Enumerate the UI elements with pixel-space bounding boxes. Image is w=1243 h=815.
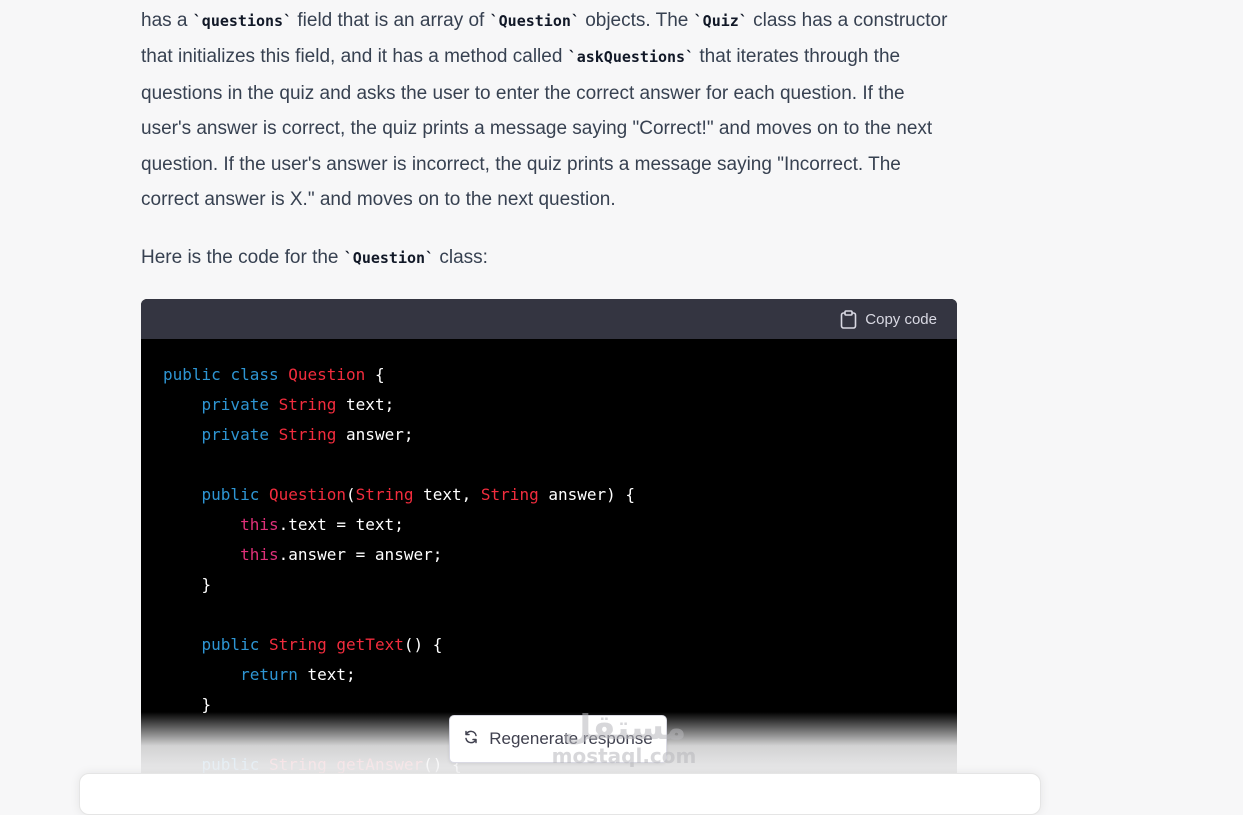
code-line: this.text = text;	[163, 510, 635, 540]
text-run: class:	[434, 247, 488, 268]
code-token: String	[268, 635, 327, 654]
code-token: this	[240, 515, 279, 534]
code-token: class	[230, 365, 279, 384]
code-token: Question	[268, 485, 347, 504]
regenerate-label: Regenerate response	[489, 729, 653, 748]
text-run: Here is the code for the	[141, 247, 344, 268]
code-line: public class Question {	[163, 360, 635, 390]
code-token: Question	[288, 365, 366, 384]
code-line: private String text;	[163, 390, 635, 420]
code-token: String	[480, 485, 539, 504]
message-paragraph: has a `questions` field that is an array…	[141, 3, 957, 217]
code-line: public Question(String text, String answ…	[163, 480, 636, 510]
code-token: private	[201, 395, 269, 414]
code-token: text;	[336, 395, 395, 414]
code-token: String	[278, 395, 337, 414]
regenerate-response-button[interactable]: Regenerate response	[449, 715, 667, 763]
code-token: String	[268, 755, 327, 774]
refresh-icon	[463, 729, 479, 750]
code-token: }	[163, 575, 212, 594]
copy-code-button[interactable]: Copy code	[840, 309, 937, 330]
code-token: .text = text;	[278, 515, 404, 534]
code-token: public	[201, 485, 260, 504]
code-token: answer) {	[538, 485, 636, 504]
code-line: this.answer = answer;	[163, 540, 635, 570]
code-token: public	[163, 365, 221, 384]
code-token: answer;	[336, 425, 414, 444]
code-token: public	[201, 635, 260, 654]
inline-code: `Question`	[489, 12, 580, 30]
inline-code: `questions`	[192, 12, 293, 30]
code-token: (	[346, 485, 356, 504]
inline-code: `Question`	[343, 249, 435, 267]
chat-input-box[interactable]	[79, 773, 1041, 815]
code-line: public String getText() {	[163, 630, 635, 660]
code-token: getAnswer	[336, 755, 424, 774]
inline-code: `askQuestions`	[567, 48, 695, 67]
message-paragraph: Here is the code for the `Question` clas…	[141, 240, 957, 276]
text-run: field that is an array of	[292, 10, 490, 31]
code-token: private	[201, 425, 269, 444]
code-line: }	[163, 570, 635, 600]
code-token: String	[278, 425, 337, 444]
code-token: String	[355, 485, 414, 504]
inline-code: `Quiz`	[693, 12, 748, 30]
copy-code-label: Copy code	[865, 311, 937, 328]
text-run: that iterates through the questions in t…	[141, 46, 933, 211]
text-run: has a	[141, 10, 193, 31]
code-token: text;	[297, 665, 356, 684]
code-line: private String answer;	[163, 420, 635, 450]
code-token: .answer = answer;	[278, 545, 443, 564]
code-block-header: Copy code	[141, 299, 957, 339]
code-token: text,	[413, 485, 481, 504]
code-token: public	[201, 755, 260, 774]
code-token: {	[365, 365, 385, 384]
code-line: return text;	[163, 660, 635, 690]
code-token: () {	[403, 635, 443, 654]
text-run: objects. The	[579, 10, 694, 31]
code-token: return	[240, 665, 298, 684]
code-token: }	[163, 695, 212, 714]
code-token: getText	[336, 635, 404, 654]
code-token: this	[240, 545, 279, 564]
clipboard-icon	[840, 310, 857, 329]
